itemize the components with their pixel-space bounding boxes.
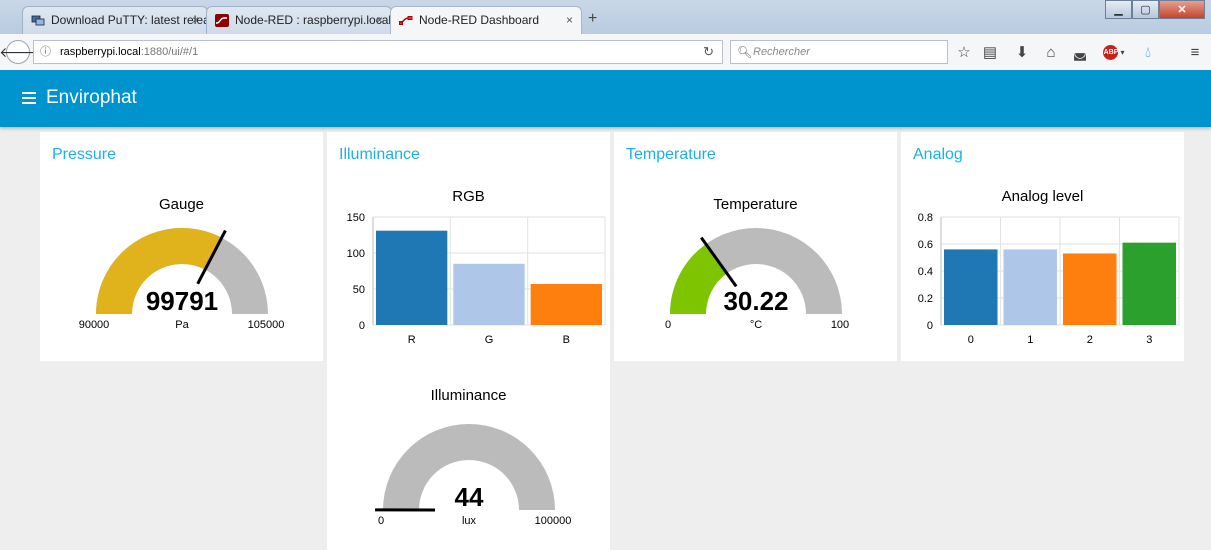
tab-label: Node-RED : raspberrypi.local bbox=[235, 13, 392, 27]
navigation-toolbar: 🡐 ⓘ raspberrypi.local:1880/ui/#/1 ↻ 🔍︎ R… bbox=[0, 34, 1211, 71]
y-tick-label: 0.2 bbox=[918, 293, 933, 305]
search-placeholder: Rechercher bbox=[753, 46, 810, 58]
x-tick-label: 2 bbox=[1087, 334, 1093, 346]
gauge-min-label: 90000 bbox=[79, 319, 110, 331]
close-tab-icon[interactable]: × bbox=[376, 7, 383, 33]
droplet-icon[interactable]: 💧︎ bbox=[1139, 43, 1157, 61]
page-title: Envirophat bbox=[46, 87, 137, 108]
tab-label: Node-RED Dashboard bbox=[419, 13, 540, 27]
gauge-min-label: 0 bbox=[665, 319, 671, 331]
bookmarks-list-icon[interactable]: ▤ bbox=[981, 43, 999, 61]
close-tab-icon[interactable]: × bbox=[192, 7, 199, 33]
gauge-value: 44 bbox=[455, 482, 484, 512]
x-tick-label: 0 bbox=[968, 334, 974, 346]
analog-bar-chart: 0 0.2 0.4 0.6 0.8 0 1 2 3 bbox=[918, 212, 1180, 346]
y-tick-label: 0.6 bbox=[918, 239, 933, 251]
group-illuminance: Illuminance RGB 0 50 100 150 R G B Illuminance… bbox=[327, 132, 610, 550]
gauge-unit: Pa bbox=[175, 319, 189, 331]
gauge-value: 99791 bbox=[146, 286, 218, 316]
download-icon[interactable]: ⬇ bbox=[1013, 43, 1031, 61]
new-tab-button[interactable]: + bbox=[588, 10, 597, 28]
maximize-icon[interactable]: ▢ bbox=[1132, 0, 1159, 19]
putty-icon bbox=[31, 15, 45, 26]
x-tick-label: 1 bbox=[1027, 334, 1033, 346]
tab-node-red-editor[interactable]: Node-RED : raspberrypi.local × bbox=[206, 6, 392, 34]
gauge-unit: °C bbox=[750, 319, 762, 331]
gauge-max-label: 100 bbox=[831, 319, 849, 331]
tab-putty[interactable]: Download PuTTY: latest relea × bbox=[22, 6, 208, 34]
pocket-icon[interactable]: ◛ bbox=[1071, 43, 1089, 61]
x-tick-label: 3 bbox=[1146, 334, 1152, 346]
search-input[interactable]: 🔍︎ Rechercher bbox=[730, 40, 948, 64]
back-arrow-icon[interactable]: 🡐 bbox=[0, 40, 37, 64]
window-controls: ▁ ▢ ✕ bbox=[1105, 0, 1205, 20]
close-window-icon[interactable]: ✕ bbox=[1159, 0, 1205, 19]
minimize-icon[interactable]: ▁ bbox=[1105, 0, 1132, 19]
tab-label: Download PuTTY: latest relea bbox=[51, 13, 208, 27]
info-icon[interactable]: ⓘ bbox=[40, 41, 51, 63]
menu-icon[interactable]: ≡ bbox=[1186, 43, 1204, 61]
y-tick-label: 0.8 bbox=[918, 212, 933, 224]
bookmark-star-icon[interactable]: ☆ bbox=[955, 43, 973, 61]
pressure-gauge: 99791 Pa 90000 105000 bbox=[79, 227, 285, 331]
reload-icon[interactable]: ↻ bbox=[703, 41, 714, 63]
address-bar[interactable]: ⓘ raspberrypi.local:1880/ui/#/1 ↻ bbox=[33, 40, 723, 64]
gauge-min-label: 0 bbox=[378, 515, 384, 527]
bar-1 bbox=[1003, 249, 1057, 325]
home-icon[interactable]: ⌂ bbox=[1042, 43, 1060, 61]
gauge-unit: lux bbox=[462, 515, 477, 527]
browser-tab-bar: Download PuTTY: latest relea × Node-RED … bbox=[0, 0, 1211, 35]
hamburger-menu-icon[interactable] bbox=[22, 92, 36, 107]
bar-2 bbox=[1063, 253, 1117, 325]
group-analog: Analog Analog level 0 0.2 0.4 0.6 0.8 0 1 2 3 bbox=[901, 132, 1184, 361]
tab-node-red-dashboard[interactable]: Node-RED Dashboard × bbox=[390, 6, 582, 35]
y-tick-label: 0 bbox=[927, 320, 933, 332]
bar-3 bbox=[1122, 242, 1176, 325]
url-text: raspberrypi.local:1880/ui/#/1 bbox=[60, 46, 199, 58]
gauge-value: 30.22 bbox=[723, 286, 788, 316]
adblock-icon[interactable]: ABP ▾ bbox=[1101, 43, 1127, 61]
group-temperature: Temperature Temperature 30.22 °C 0 100 bbox=[614, 132, 897, 361]
group-pressure: Pressure Gauge 99791 Pa 90000 105000 bbox=[40, 132, 323, 361]
node-red-icon bbox=[399, 16, 413, 25]
bar-0 bbox=[944, 249, 998, 325]
close-tab-icon[interactable]: × bbox=[566, 7, 573, 33]
y-tick-label: 0.4 bbox=[918, 266, 933, 278]
illuminance-gauge: 44 lux 0 100000 bbox=[374, 424, 572, 527]
temperature-gauge: 30.22 °C 0 100 bbox=[665, 228, 849, 331]
search-icon: 🔍︎ bbox=[737, 45, 753, 59]
node-red-icon bbox=[215, 14, 229, 27]
dashboard-toolbar: Envirophat bbox=[0, 70, 1211, 127]
gauge-max-label: 100000 bbox=[535, 515, 572, 527]
gauge-max-label: 105000 bbox=[248, 319, 285, 331]
